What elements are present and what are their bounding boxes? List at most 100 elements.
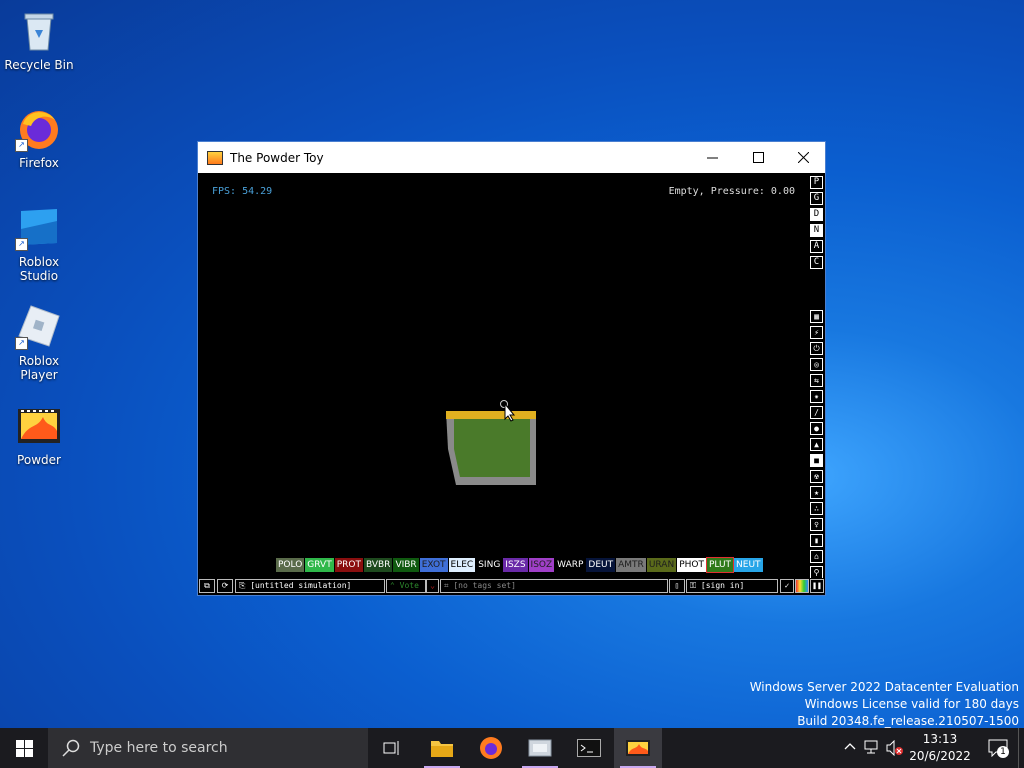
minimize-button[interactable] <box>689 142 735 173</box>
force-icon[interactable]: ⇆ <box>810 374 823 387</box>
window-titlebar[interactable]: The Powder Toy <box>198 142 825 173</box>
element-grvt[interactable]: GRVT <box>305 558 334 572</box>
element-plut[interactable]: PLUT <box>705 557 735 573</box>
taskbar-powder-toy[interactable] <box>614 728 662 768</box>
element-sing[interactable]: SING <box>476 558 503 572</box>
powder-toy-icon <box>626 740 650 756</box>
special-icon[interactable]: ★ <box>810 486 823 499</box>
simulation-name-field[interactable]: ⎘ [untitled simulation] <box>235 579 385 593</box>
element-warp[interactable]: WARP <box>555 558 586 572</box>
render-options-icon[interactable] <box>795 579 809 593</box>
tags-field[interactable]: ⌗ [no tags set] <box>440 579 668 593</box>
task-view-icon <box>383 741 399 755</box>
desktop-icon-label: Roblox Player <box>18 354 60 382</box>
favorites-icon[interactable]: ⌂ <box>810 550 823 563</box>
open-save-icon[interactable]: ⧉ <box>199 579 215 593</box>
element-uran[interactable]: URAN <box>646 558 677 572</box>
windows-watermark: Windows Server 2022 Datacenter Evaluatio… <box>750 679 1019 730</box>
taskbar-terminal[interactable] <box>565 728 613 768</box>
network-icon <box>864 740 878 754</box>
right-letter-n[interactable]: N <box>810 224 823 237</box>
element-amtr[interactable]: AMTR <box>616 558 646 572</box>
network-button[interactable] <box>864 740 880 757</box>
maximize-button[interactable] <box>735 142 781 173</box>
simulation-canvas[interactable]: FPS: 54.29 Empty, Pressure: 0.00 <box>198 173 807 578</box>
reload-icon[interactable]: ⟳ <box>217 579 233 593</box>
element-polo[interactable]: POLO <box>276 558 305 572</box>
right-letter-p[interactable]: P <box>810 176 823 189</box>
watermark-line-1: Windows Server 2022 Datacenter Evaluatio… <box>749 680 1019 694</box>
powder-toy-window: The Powder Toy FPS: 54.29 Empty, Pressur… <box>197 141 826 596</box>
clock[interactable]: 13:13 20/6/2022 <box>908 731 972 765</box>
vote-down-button[interactable]: ⌄ <box>426 579 439 593</box>
taskbar-firefox[interactable] <box>467 728 515 768</box>
minimize-icon <box>706 157 718 159</box>
show-hidden-icons-button[interactable] <box>844 740 856 755</box>
right-letter-g[interactable]: G <box>810 192 823 205</box>
settings-icon[interactable]: ✓ <box>780 579 794 593</box>
clock-time: 13:13 <box>922 732 958 746</box>
powders-icon[interactable]: ▲ <box>810 438 823 451</box>
element-bvbr[interactable]: BVBR <box>363 558 393 572</box>
shortcut-arrow-icon: ↗ <box>15 238 28 251</box>
right-letter-d[interactable]: D <box>810 208 823 221</box>
vote-label: Vote <box>399 581 419 590</box>
desktop-icon-label: Roblox Studio <box>18 255 60 283</box>
element-vibr[interactable]: VIBR <box>393 558 419 572</box>
clock-date: 20/6/2022 <box>909 749 971 763</box>
particles-icon[interactable]: ∴ <box>810 502 823 515</box>
show-desktop-button[interactable] <box>1018 728 1024 768</box>
electronics-icon[interactable]: ⚡ <box>810 326 823 339</box>
desktop-icon-roblox-player[interactable]: ↗ Roblox Player <box>0 304 78 382</box>
sign-in-button[interactable]: ⚿ [sign in] <box>686 579 778 593</box>
explosive-icon[interactable]: ✷ <box>810 390 823 403</box>
taskbar-search-box[interactable]: Type here to search <box>48 728 368 768</box>
gas-icon[interactable]: ∕ <box>810 406 823 419</box>
firefox-icon: ↗ <box>15 106 61 152</box>
shortcut-arrow-icon: ↗ <box>15 337 28 350</box>
right-letter-c[interactable]: C <box>810 256 823 269</box>
folder-icon <box>431 741 453 757</box>
close-button[interactable] <box>780 142 826 173</box>
desktop-icon-label: Firefox <box>19 156 59 170</box>
tools-icon[interactable]: ▮ <box>810 534 823 547</box>
sensor-icon[interactable]: ◎ <box>810 358 823 371</box>
taskbar-roblox[interactable] <box>516 728 564 768</box>
notifications-button[interactable]: 1 <box>988 739 1009 760</box>
element-phot[interactable]: PHOT <box>677 558 706 572</box>
pause-icon[interactable]: ❚❚ <box>810 579 824 593</box>
volume-button[interactable] <box>886 739 904 759</box>
volume-muted-icon <box>886 739 903 757</box>
start-button[interactable] <box>0 728 48 768</box>
task-view-button[interactable] <box>368 728 416 768</box>
solids-icon[interactable]: ■ <box>810 454 823 467</box>
element-neut[interactable]: NEUT <box>734 558 763 572</box>
vote-up-button[interactable]: ⌃ Vote <box>386 579 426 593</box>
element-exot[interactable]: EXOT <box>419 558 448 572</box>
right-letter-a[interactable]: A <box>810 240 823 253</box>
element-prot[interactable]: PROT <box>334 558 363 572</box>
key-icon: ⚿ <box>690 581 701 590</box>
roblox-player-icon: ↗ <box>15 304 61 350</box>
desktop-icon-recycle-bin[interactable]: Recycle Bin <box>0 8 78 72</box>
watermark-line-2: Windows License valid for 180 days <box>804 697 1019 711</box>
search-placeholder: Type here to search <box>90 740 228 756</box>
window-title: The Powder Toy <box>230 150 324 165</box>
taskbar-file-explorer[interactable] <box>418 728 466 768</box>
element-iszs[interactable]: ISZS <box>503 558 528 572</box>
desktop-icon-powder[interactable]: Powder <box>0 403 78 467</box>
desktop-icon-roblox-studio[interactable]: ↗ Roblox Studio <box>0 205 78 283</box>
roblox-studio-icon: ↗ <box>15 205 61 251</box>
liquid-icon[interactable]: ● <box>810 422 823 435</box>
wall-icon[interactable]: ▦ <box>810 310 823 323</box>
clear-sim-icon[interactable]: ▯ <box>669 579 685 593</box>
notification-count: 1 <box>997 746 1009 758</box>
element-deut[interactable]: DEUT <box>586 558 616 572</box>
element-elec[interactable]: ELEC <box>448 558 476 572</box>
element-isoz[interactable]: ISOZ <box>528 558 555 572</box>
radioactive-icon[interactable]: ☢ <box>810 470 823 483</box>
power-icon[interactable]: ⏻ <box>810 342 823 355</box>
bottom-toolbar: ⧉ ⟳ ⎘ [untitled simulation] ⌃ Vote ⌄ ⌗ [… <box>198 578 825 595</box>
desktop-icon-firefox[interactable]: ↗ Firefox <box>0 106 78 170</box>
life-icon[interactable]: ♀ <box>810 518 823 531</box>
